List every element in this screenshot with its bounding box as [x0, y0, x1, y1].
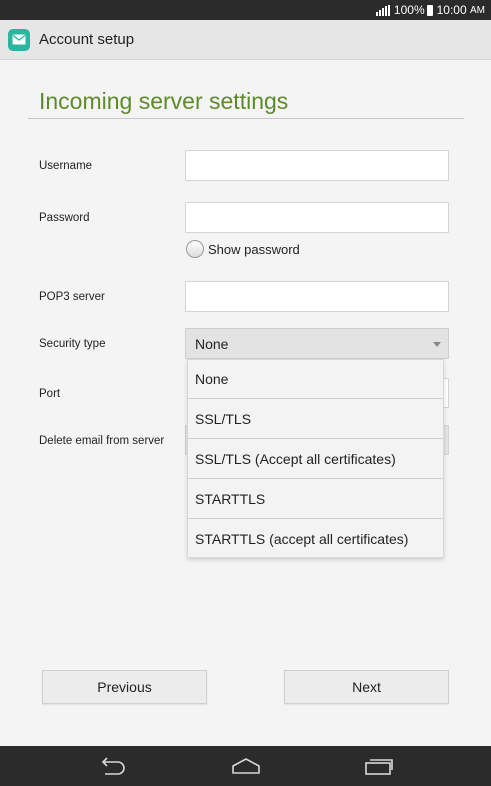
dropdown-arrow-icon — [433, 342, 441, 347]
pop3-server-field[interactable] — [185, 281, 449, 312]
title-divider — [28, 118, 464, 119]
security-option-ssl-tls[interactable]: SSL/TLS — [188, 399, 443, 439]
previous-button[interactable]: Previous — [42, 670, 207, 704]
security-option-ssl-tls-accept-all[interactable]: SSL/TLS (Accept all certificates) — [188, 439, 443, 479]
next-button[interactable]: Next — [284, 670, 449, 704]
port-label: Port — [39, 388, 61, 400]
show-password-label: Show password — [208, 241, 300, 257]
status-bar: 100% 10:00 AM — [0, 0, 491, 20]
action-bar: Account setup — [0, 20, 491, 60]
password-label: Password — [39, 212, 90, 224]
security-option-none[interactable]: None — [188, 360, 443, 399]
show-password-toggle[interactable]: Show password — [186, 240, 300, 258]
recents-icon[interactable] — [349, 746, 409, 786]
security-type-label: Security type — [39, 338, 106, 350]
security-type-dropdown: None SSL/TLS SSL/TLS (Accept all certifi… — [187, 359, 444, 558]
username-label: Username — [39, 160, 93, 172]
username-field[interactable] — [185, 150, 449, 181]
back-icon[interactable] — [83, 746, 143, 786]
email-icon — [8, 28, 30, 51]
show-password-checkbox[interactable] — [186, 240, 204, 258]
battery-icon — [426, 4, 433, 16]
clock-time: 10:00 — [436, 3, 467, 17]
action-bar-title: Account setup — [39, 31, 135, 48]
battery-percent: 100% — [393, 3, 425, 17]
pop3-server-label: POP3 server — [39, 291, 105, 303]
clock-suffix: AM — [470, 4, 485, 16]
security-option-starttls-accept-all[interactable]: STARTTLS (accept all certificates) — [188, 519, 443, 559]
navigation-bar — [0, 746, 491, 786]
page-title: Incoming server settings — [39, 88, 289, 114]
security-type-value: None — [195, 335, 229, 352]
security-type-select[interactable]: None — [185, 328, 449, 359]
home-icon[interactable] — [216, 746, 276, 786]
delete-email-label: Delete email from server — [39, 435, 165, 447]
password-field[interactable] — [185, 202, 449, 233]
security-option-starttls[interactable]: STARTTLS — [188, 479, 443, 519]
signal-icon — [375, 4, 390, 16]
